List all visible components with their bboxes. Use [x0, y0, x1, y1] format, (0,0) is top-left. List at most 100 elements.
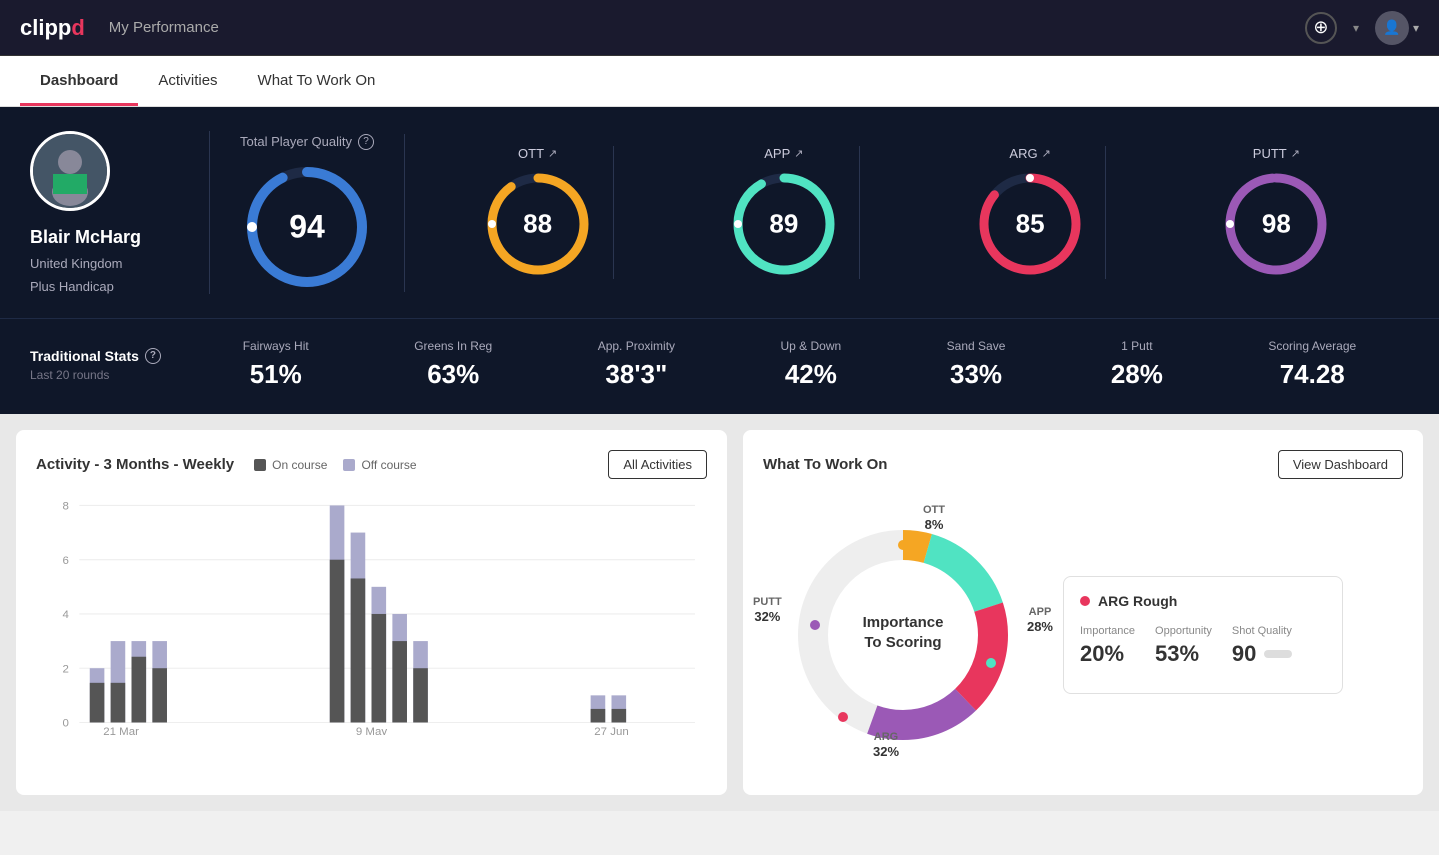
off-course-dot [343, 459, 355, 471]
player-name: Blair McHarg [30, 227, 141, 248]
stat-greens-in-reg: Greens In Reg 63% [414, 339, 492, 390]
trad-stats-label: Traditional Stats ? Last 20 rounds [30, 348, 190, 382]
svg-text:0: 0 [63, 718, 69, 730]
app-arrow-icon: ↗ [794, 147, 803, 160]
logo: clippd [20, 15, 85, 41]
wtwo-title: What To Work On [763, 456, 887, 473]
wtwo-panel-header: What To Work On View Dashboard [763, 450, 1403, 479]
on-course-label: On course [272, 458, 327, 472]
total-quality-value: 94 [289, 208, 325, 245]
avatar-button[interactable]: 👤 ▾ [1375, 11, 1419, 45]
shot-quality-label: Shot Quality [1232, 625, 1292, 637]
donut-chart-svg: Importance To Scoring [763, 495, 1043, 775]
svg-text:9 May: 9 May [356, 726, 387, 735]
importance-label: Importance [1080, 625, 1135, 637]
svg-text:Importance: Importance [863, 614, 944, 631]
wtwo-content: Importance To Scoring OTT 8% APP 28% ARG… [763, 495, 1403, 775]
arg-label-text: ARG [1009, 146, 1037, 161]
tab-dashboard[interactable]: Dashboard [20, 56, 138, 106]
trad-stats-items: Fairways Hit 51% Greens In Reg 63% App. … [190, 339, 1409, 390]
app-label-text: APP [764, 146, 790, 161]
trad-info-icon[interactable]: ? [145, 348, 161, 364]
arg-importance-metric: Importance 20% [1080, 625, 1135, 667]
svg-text:4: 4 [63, 609, 70, 621]
avatar: 👤 [1375, 11, 1409, 45]
arg-arrow-icon: ↗ [1042, 147, 1051, 160]
putt-gauge: 98 [1221, 169, 1331, 279]
importance-value: 20% [1080, 641, 1135, 667]
activity-panel-title: Activity - 3 Months - Weekly [36, 456, 234, 473]
trad-stats-title-text: Traditional Stats [30, 348, 139, 364]
one-putt-value: 28% [1111, 359, 1163, 390]
sub-gauge-app: APP ↗ 89 [709, 146, 860, 279]
up-down-label: Up & Down [781, 339, 842, 353]
plus-icon: ⊕ [1313, 17, 1328, 38]
one-putt-label: 1 Putt [1111, 339, 1163, 353]
tab-activities[interactable]: Activities [138, 56, 237, 106]
arg-gauge: 85 [975, 169, 1085, 279]
putt-segment-label: PUTT 32% [753, 595, 782, 626]
all-activities-button[interactable]: All Activities [608, 450, 707, 479]
player-avatar [30, 131, 110, 211]
putt-arrow-icon: ↗ [1291, 147, 1300, 160]
sand-save-value: 33% [947, 359, 1006, 390]
svg-text:6: 6 [63, 555, 69, 567]
donut-chart-area: Importance To Scoring OTT 8% APP 28% ARG… [763, 495, 1043, 775]
activity-chart-svg: 8 6 4 2 0 [36, 495, 707, 735]
app-value: 89 [769, 209, 798, 240]
nav: Dashboard Activities What To Work On [0, 56, 1439, 107]
activity-panel-header: Activity - 3 Months - Weekly On course O… [36, 450, 707, 479]
arg-rough-card: ARG Rough Importance 20% Opportunity 53%… [1063, 576, 1343, 694]
stat-scoring-avg: Scoring Average 74.28 [1268, 339, 1356, 390]
info-icon[interactable]: ? [358, 134, 374, 150]
putt-label: PUTT ↗ [1253, 146, 1300, 161]
bottom-section: Activity - 3 Months - Weekly On course O… [0, 414, 1439, 811]
shot-quality-value: 90 [1232, 641, 1256, 667]
traditional-stats: Traditional Stats ? Last 20 rounds Fairw… [0, 318, 1439, 414]
arg-value: 85 [1016, 209, 1045, 240]
total-quality-text: Total Player Quality [240, 134, 352, 149]
stat-app-proximity: App. Proximity 38'3" [598, 339, 675, 390]
stat-1-putt: 1 Putt 28% [1111, 339, 1163, 390]
activity-panel: Activity - 3 Months - Weekly On course O… [16, 430, 727, 795]
app-gauge: 89 [729, 169, 839, 279]
sub-gauge-putt: PUTT ↗ 98 [1201, 146, 1351, 279]
player-country: United Kingdom [30, 256, 123, 271]
what-to-work-on-panel: What To Work On View Dashboard [743, 430, 1423, 795]
total-quality-label: Total Player Quality ? [240, 134, 374, 150]
total-quality: Total Player Quality ? 94 [210, 134, 405, 292]
total-quality-gauge: 94 [242, 162, 372, 292]
trad-stats-title: Traditional Stats ? [30, 348, 190, 364]
stat-up-and-down: Up & Down 42% [781, 339, 842, 390]
ott-label: OTT ↗ [518, 146, 557, 161]
ott-arrow-icon: ↗ [548, 147, 557, 160]
opportunity-label: Opportunity [1155, 625, 1212, 637]
up-down-value: 42% [781, 359, 842, 390]
svg-text:27 Jun: 27 Jun [594, 726, 628, 735]
chart-legend: On course Off course [254, 458, 417, 472]
svg-text:8: 8 [63, 501, 69, 513]
add-button[interactable]: ⊕ [1305, 12, 1337, 44]
arg-shot-quality-metric: Shot Quality 90 [1232, 625, 1292, 667]
app-segment-label: APP 28% [1027, 605, 1053, 636]
header-actions: ⊕ ▾ 👤 ▾ [1305, 11, 1419, 45]
shot-quality-bar [1264, 650, 1292, 658]
svg-text:21 Mar: 21 Mar [103, 726, 139, 735]
activity-chart-area: 8 6 4 2 0 [36, 495, 707, 735]
arg-label: ARG ↗ [1009, 146, 1050, 161]
stat-sand-save: Sand Save 33% [947, 339, 1006, 390]
gauges-section: Total Player Quality ? 94 OTT ↗ [210, 134, 1409, 292]
on-course-dot [254, 459, 266, 471]
ott-segment-label: OTT 8% [923, 503, 945, 534]
app-proximity-value: 38'3" [598, 359, 675, 390]
legend-off-course: Off course [343, 458, 416, 472]
sub-gauges: OTT ↗ 88 APP ↗ [405, 146, 1409, 279]
add-chevron: ▾ [1353, 21, 1359, 35]
tab-what-to-work-on[interactable]: What To Work On [238, 56, 396, 106]
arg-metrics: Importance 20% Opportunity 53% Shot Qual… [1080, 625, 1326, 667]
ott-value: 88 [523, 209, 552, 240]
off-course-label: Off course [361, 458, 416, 472]
view-dashboard-button[interactable]: View Dashboard [1278, 450, 1403, 479]
opportunity-value: 53% [1155, 641, 1212, 667]
ott-label-text: OTT [518, 146, 544, 161]
